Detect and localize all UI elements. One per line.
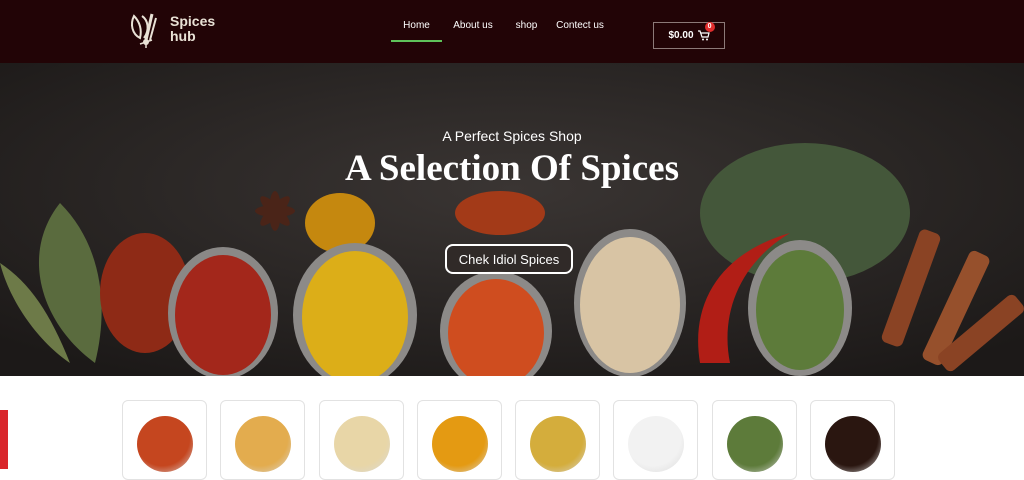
main-nav: Home About us shop Contect us bbox=[391, 20, 611, 42]
product-image bbox=[137, 416, 193, 472]
cart-button[interactable]: $0.00 0 bbox=[653, 22, 725, 49]
hero-subtitle: A Perfect Spices Shop bbox=[442, 128, 582, 144]
hero-banner: A Perfect Spices Shop A Selection Of Spi… bbox=[0, 63, 1024, 376]
site-header: Spices hub Home About us shop Contect us… bbox=[0, 0, 1024, 63]
product-card[interactable] bbox=[220, 400, 305, 480]
cart-icon: 0 bbox=[697, 22, 715, 41]
product-card[interactable] bbox=[319, 400, 404, 480]
product-image bbox=[628, 416, 684, 472]
product-image bbox=[235, 416, 291, 472]
cart-total: $0.00 bbox=[668, 30, 694, 41]
product-card[interactable] bbox=[712, 400, 797, 480]
product-image bbox=[432, 416, 488, 472]
brand-logo[interactable]: Spices hub bbox=[128, 10, 215, 48]
nav-shop[interactable]: shop bbox=[504, 20, 549, 42]
nav-home[interactable]: Home bbox=[391, 20, 442, 42]
product-strip bbox=[0, 376, 1024, 480]
product-image bbox=[727, 416, 783, 472]
brand-name-line1: Spices bbox=[170, 13, 216, 29]
screen-recorder-tab[interactable] bbox=[0, 410, 8, 469]
brand-name: Spices hub bbox=[170, 14, 215, 44]
spice-leaf-icon bbox=[131, 13, 157, 48]
product-card[interactable] bbox=[810, 400, 895, 480]
hero-title: A Selection Of Spices bbox=[344, 148, 679, 189]
product-image bbox=[530, 416, 586, 472]
nav-about-us[interactable]: About us bbox=[442, 20, 504, 42]
product-card[interactable] bbox=[515, 400, 600, 480]
product-image bbox=[334, 416, 390, 472]
nav-contact-us[interactable]: Contect us bbox=[549, 20, 611, 42]
product-card[interactable] bbox=[613, 400, 698, 480]
product-card[interactable] bbox=[417, 400, 502, 480]
product-image bbox=[825, 416, 881, 472]
shop-spices-button[interactable]: Chek Idiol Spices bbox=[445, 244, 573, 274]
cart-count-badge: 0 bbox=[704, 22, 715, 32]
product-card[interactable] bbox=[122, 400, 207, 480]
spices-photo bbox=[0, 63, 1024, 376]
brand-name-line2: hub bbox=[170, 28, 196, 44]
